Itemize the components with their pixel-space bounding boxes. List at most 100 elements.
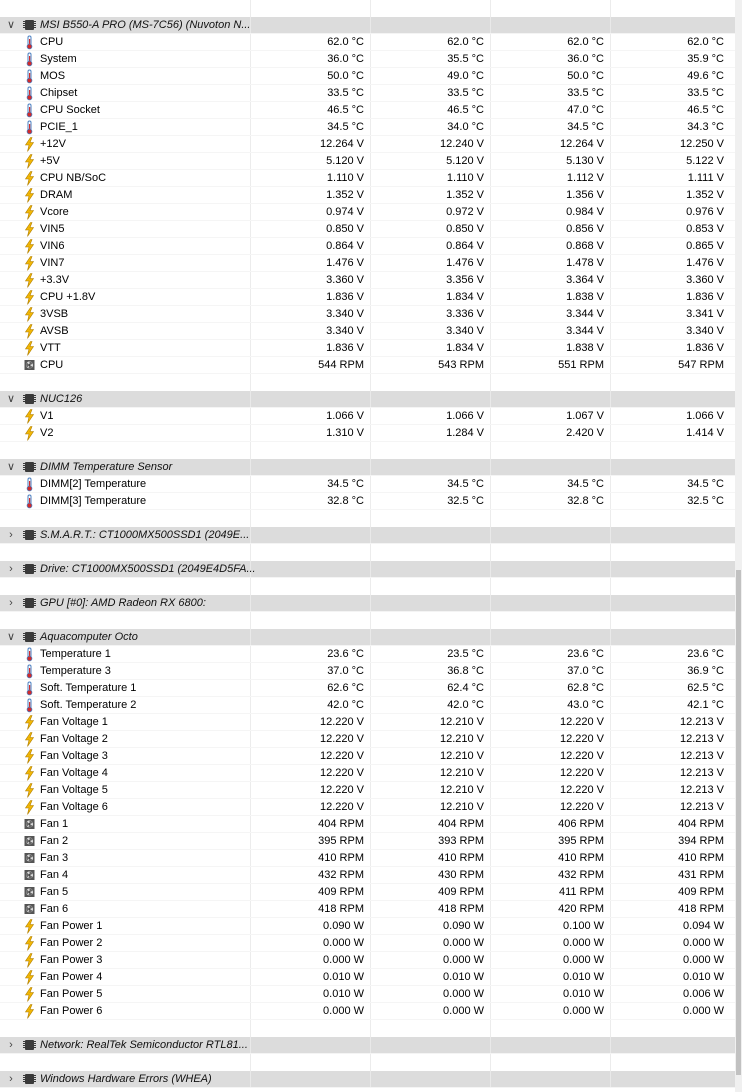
sensor-row[interactable]: +12V 12.264 V 12.240 V 12.264 V 12.250 V [0,136,735,153]
column-divider [370,442,371,459]
sensor-row[interactable]: VIN5 0.850 V 0.850 V 0.856 V 0.853 V [0,221,735,238]
sensor-label: +12V [40,138,66,150]
sensor-group-header[interactable]: › Network: RealTek Semiconductor RTL81... [0,1037,735,1054]
column-divider [250,102,251,118]
column-divider [610,68,611,84]
column-divider [490,799,491,815]
sensor-row[interactable]: Fan Power 4 0.010 W 0.010 W 0.010 W 0.010 W [0,969,735,986]
column-divider [490,442,491,459]
column-divider [610,612,611,629]
sensor-value-current: 1.836 V [326,291,364,303]
sensor-value-minimum: 12.210 V [439,750,484,762]
sensor-row[interactable]: Fan Power 5 0.010 W 0.000 W 0.010 W 0.006 W [0,986,735,1003]
sensor-row[interactable]: PCIE_1 34.5 °C 34.0 °C 34.5 °C 34.3 °C [0,119,735,136]
sensor-row[interactable]: VIN6 0.864 V 0.864 V 0.868 V 0.865 V [0,238,735,255]
sensor-value-average: 0.000 W [683,1005,724,1017]
sensor-value-minimum: 33.5 °C [447,87,484,99]
sensor-row[interactable]: AVSB 3.340 V 3.340 V 3.344 V 3.340 V [0,323,735,340]
chevron-right-icon[interactable]: › [4,1037,18,1054]
sensor-row[interactable]: CPU Socket 46.5 °C 46.5 °C 47.0 °C 46.5 °C [0,102,735,119]
column-divider [370,867,371,883]
sensor-row[interactable]: V2 1.310 V 1.284 V 2.420 V 1.414 V [0,425,735,442]
column-divider [490,595,491,611]
sensor-row[interactable]: MOS 50.0 °C 49.0 °C 50.0 °C 49.6 °C [0,68,735,85]
sensor-row[interactable]: Fan Voltage 3 12.220 V 12.210 V 12.220 V 12.… [0,748,735,765]
sensor-group-header[interactable]: › Drive: CT1000MX500SSD1 (2049E4D5FA... [0,561,735,578]
sensor-row[interactable]: Fan 5 409 RPM 409 RPM 411 RPM 409 RPM [0,884,735,901]
sensor-row[interactable]: +5V 5.120 V 5.120 V 5.130 V 5.122 V [0,153,735,170]
scrollbar-thumb[interactable] [736,570,741,1075]
sensor-row[interactable]: Fan 4 432 RPM 430 RPM 432 RPM 431 RPM [0,867,735,884]
chevron-right-icon[interactable]: › [4,595,18,612]
sensor-row[interactable]: DIMM[3] Temperature 32.8 °C 32.5 °C 32.8 °C… [0,493,735,510]
sensor-row[interactable]: VTT 1.836 V 1.834 V 1.838 V 1.836 V [0,340,735,357]
sensor-row[interactable]: V1 1.066 V 1.066 V 1.067 V 1.066 V [0,408,735,425]
chevron-down-icon[interactable]: ∨ [4,459,18,476]
chevron-right-icon[interactable]: › [4,1071,18,1088]
sensor-group-header[interactable]: › GPU [#0]: AMD Radeon RX 6800: [0,595,735,612]
sensor-row[interactable]: Temperature 1 23.6 °C 23.5 °C 23.6 °C 23.6 °… [0,646,735,663]
sensor-group-header[interactable]: ∨ MSI B550-A PRO (MS-7C56) (Nuvoton N... [0,17,735,34]
sensor-row[interactable]: Fan Voltage 6 12.220 V 12.210 V 12.220 V 12.… [0,799,735,816]
sensor-row[interactable]: System 36.0 °C 35.5 °C 36.0 °C 35.9 °C [0,51,735,68]
sensor-group-header[interactable]: ∨ DIMM Temperature Sensor [0,459,735,476]
column-divider [250,51,251,67]
sensor-row[interactable]: Fan 3 410 RPM 410 RPM 410 RPM 410 RPM [0,850,735,867]
sensor-row[interactable]: Soft. Temperature 1 62.6 °C 62.4 °C 62.8 °C… [0,680,735,697]
lightning-bolt-icon [23,137,36,152]
sensor-row[interactable]: CPU 62.0 °C 62.0 °C 62.0 °C 62.0 °C [0,34,735,51]
chevron-right-icon[interactable]: › [4,561,18,578]
sensor-row[interactable]: Vcore 0.974 V 0.972 V 0.984 V 0.976 V [0,204,735,221]
sensor-row[interactable]: Fan 2 395 RPM 393 RPM 395 RPM 394 RPM [0,833,735,850]
sensor-row[interactable]: Fan Power 3 0.000 W 0.000 W 0.000 W 0.000 W [0,952,735,969]
sensor-row[interactable]: Fan Power 6 0.000 W 0.000 W 0.000 W 0.000 W [0,1003,735,1020]
sensor-row[interactable]: 3VSB 3.340 V 3.336 V 3.344 V 3.341 V [0,306,735,323]
sensor-row[interactable]: Fan Power 2 0.000 W 0.000 W 0.000 W 0.000 W [0,935,735,952]
thermometer-icon [23,664,36,679]
vertical-scrollbar[interactable] [735,0,742,1092]
column-divider [250,170,251,186]
sensor-value-average: 3.360 V [686,274,724,286]
sensor-row[interactable]: Chipset 33.5 °C 33.5 °C 33.5 °C 33.5 °C [0,85,735,102]
sensor-row[interactable]: Fan Voltage 5 12.220 V 12.210 V 12.220 V 12.… [0,782,735,799]
sensor-row[interactable]: Fan Voltage 1 12.220 V 12.210 V 12.220 V 12.… [0,714,735,731]
sensor-row[interactable]: Fan Voltage 4 12.220 V 12.210 V 12.220 V 12.… [0,765,735,782]
sensor-row[interactable]: DIMM[2] Temperature 34.5 °C 34.5 °C 34.5 °C… [0,476,735,493]
chevron-down-icon[interactable]: ∨ [4,391,18,408]
sensor-label: Fan 2 [40,835,69,847]
sensor-group-header[interactable]: ∨ Aquacomputer Octo [0,629,735,646]
sensor-group-header[interactable]: › Windows Hardware Errors (WHEA) [0,1071,735,1088]
column-divider [490,323,491,339]
sensor-group-header[interactable]: ∨ NUC126 [0,391,735,408]
column-divider [370,884,371,900]
column-divider [370,714,371,730]
sensor-row[interactable]: +3.3V 3.360 V 3.356 V 3.364 V 3.360 V [0,272,735,289]
sensor-value-average: 0.865 V [686,240,724,252]
lightning-bolt-icon [23,222,36,237]
column-divider [250,629,251,645]
sensor-group-title: NUC126 [40,393,83,405]
sensor-value-current: 12.220 V [319,784,364,796]
sensor-group-header[interactable]: › S.M.A.R.T.: CT1000MX500SSD1 (2049E... [0,527,735,544]
sensor-row[interactable]: CPU NB/SoC 1.110 V 1.110 V 1.112 V 1.111 V [0,170,735,187]
sensor-value-maximum: 432 RPM [558,869,604,881]
chevron-down-icon[interactable]: ∨ [4,629,18,646]
sensor-row[interactable]: Fan 6 418 RPM 418 RPM 420 RPM 418 RPM [0,901,735,918]
sensor-row[interactable]: VIN7 1.476 V 1.476 V 1.478 V 1.476 V [0,255,735,272]
sensor-label: MOS [40,70,66,82]
sensor-row[interactable]: Temperature 3 37.0 °C 36.8 °C 37.0 °C 36.9 °… [0,663,735,680]
chevron-right-icon[interactable]: › [4,527,18,544]
sensor-row[interactable]: Fan 1 404 RPM 404 RPM 406 RPM 404 RPM [0,816,735,833]
sensor-row[interactable]: CPU 544 RPM 543 RPM 551 RPM 547 RPM [0,357,735,374]
sensor-row[interactable]: Soft. Temperature 2 42.0 °C 42.0 °C 43.0 °C… [0,697,735,714]
column-divider [370,272,371,288]
sensor-tree[interactable]: ∨ MSI B550-A PRO (MS-7C56) (Nuvoton N... C… [0,0,735,1092]
sensor-row[interactable]: Fan Voltage 2 12.220 V 12.210 V 12.220 V 12.… [0,731,735,748]
sensor-row[interactable]: CPU +1.8V 1.836 V 1.834 V 1.838 V 1.836 V [0,289,735,306]
column-divider [250,680,251,696]
column-divider [490,714,491,730]
sensor-value-current: 0.090 W [323,920,364,932]
sensor-row[interactable]: DRAM 1.352 V 1.352 V 1.356 V 1.352 V [0,187,735,204]
chevron-down-icon[interactable]: ∨ [4,17,18,34]
sensor-row[interactable]: Fan Power 1 0.090 W 0.090 W 0.100 W 0.094 W [0,918,735,935]
